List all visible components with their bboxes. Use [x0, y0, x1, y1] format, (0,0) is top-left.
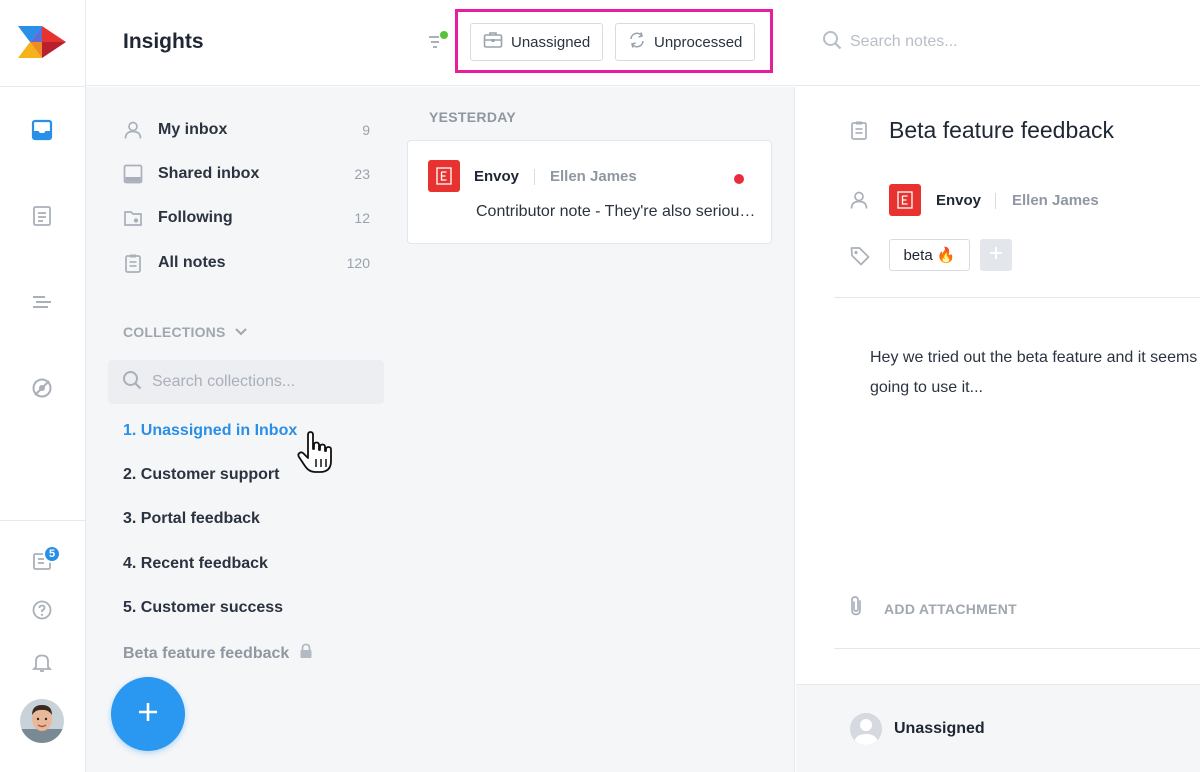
app-logo[interactable]	[14, 22, 70, 62]
search-notes-input[interactable]	[850, 33, 1110, 51]
collections-search-input[interactable]	[152, 373, 372, 391]
rail-divider	[0, 86, 86, 87]
clipboard-icon	[849, 120, 869, 145]
help-icon[interactable]	[29, 597, 55, 623]
inbox-icon[interactable]	[29, 117, 55, 143]
nav-item-label: My inbox	[158, 121, 228, 138]
filter-icon[interactable]	[426, 30, 450, 54]
note-card[interactable]: Envoy Ellen James Contributor note - The…	[407, 140, 772, 244]
collections-search	[108, 360, 384, 404]
page-title: Insights	[123, 30, 204, 53]
nav-item-label: All notes	[158, 254, 226, 271]
assignee-bar[interactable]: Unassigned	[796, 684, 1200, 772]
collection-item-customer-success[interactable]: 5. Customer success	[123, 599, 283, 617]
nav-item-all-notes[interactable]: All notes 120	[122, 249, 370, 277]
search-notes	[822, 28, 1142, 56]
note-title[interactable]: Beta feature feedback	[889, 117, 1114, 144]
collection-item-label: Beta feature feedback	[123, 644, 290, 662]
tag-chip[interactable]: beta 🔥	[889, 239, 970, 271]
add-attachment-label: ADD ATTACHMENT	[884, 600, 1018, 617]
inbox-icon	[122, 163, 144, 185]
nav-item-count: 120	[346, 255, 370, 271]
collection-item-label: 3. Portal feedback	[123, 510, 260, 527]
collections-heading-label: COLLECTIONS	[123, 324, 226, 340]
user-avatar[interactable]	[20, 699, 64, 743]
paperclip-icon	[848, 595, 866, 622]
add-attachment-button[interactable]: ADD ATTACHMENT	[848, 595, 1017, 622]
nav-item-label: Following	[158, 209, 233, 226]
nav-item-count: 12	[354, 210, 370, 226]
lock-icon	[299, 643, 313, 664]
collection-item-beta-feature-feedback[interactable]: Beta feature feedback	[123, 643, 313, 664]
notes-list: YESTERDAY Envoy Ellen James Contributor …	[394, 87, 795, 772]
divider	[834, 648, 1200, 649]
navigation-panel: My inbox 9 Shared inbox 23 Following 12 …	[86, 87, 394, 772]
collection-item-customer-support[interactable]: 2. Customer support	[123, 466, 279, 484]
list-icon[interactable]	[29, 289, 55, 315]
clipboard-icon	[122, 252, 144, 274]
nav-item-following[interactable]: Following 12	[122, 204, 370, 232]
note-company: Envoy	[474, 168, 520, 185]
search-icon	[122, 370, 142, 395]
envoy-logo-icon	[428, 160, 460, 192]
note-person: Ellen James	[550, 168, 637, 185]
plus-icon	[989, 246, 1003, 265]
note-body-line: Hey we tried out the beta feature and it…	[870, 349, 1200, 366]
unprocessed-filter-label: Unprocessed	[654, 33, 743, 51]
nav-item-count: 23	[354, 166, 370, 182]
collection-item-label: 2. Customer support	[123, 466, 280, 483]
following-icon	[122, 207, 144, 229]
assignee-label: Unassigned	[894, 720, 985, 737]
insights-icon[interactable]	[29, 375, 55, 401]
divider	[995, 193, 996, 209]
search-icon	[822, 30, 842, 55]
briefcase-icon	[483, 31, 503, 53]
note-excerpt: Contributor note - They're also serious …	[476, 203, 756, 220]
nav-item-shared-inbox[interactable]: Shared inbox 23	[122, 160, 370, 188]
nav-item-count: 9	[362, 122, 370, 138]
tag-icon	[849, 245, 871, 272]
detail-company[interactable]: Envoy	[936, 192, 981, 209]
nav-item-my-inbox[interactable]: My inbox 9	[122, 116, 370, 144]
note-body[interactable]: Hey we tried out the beta feature and it…	[870, 343, 1200, 403]
hand-cursor-icon	[296, 431, 336, 475]
user-icon	[849, 190, 869, 215]
collection-item-label: 1. Unassigned in Inbox	[123, 422, 298, 439]
top-header: Insights Unassigned Unprocessed	[86, 0, 1200, 86]
assignee-avatar-icon	[850, 713, 882, 745]
refresh-icon	[628, 31, 646, 53]
unread-indicator	[734, 174, 744, 184]
tag-label: beta 🔥	[903, 247, 956, 264]
note-detail: Beta feature feedback Envoy Ellen James …	[796, 87, 1200, 772]
collection-item-portal-feedback[interactable]: 3. Portal feedback	[123, 510, 260, 528]
detail-person[interactable]: Ellen James	[1012, 192, 1099, 209]
bell-icon[interactable]	[29, 649, 55, 675]
envoy-logo-icon	[889, 184, 921, 216]
collections-heading[interactable]: COLLECTIONS	[123, 324, 248, 340]
unassigned-filter-button[interactable]: Unassigned	[470, 23, 604, 61]
plus-icon	[136, 700, 160, 729]
add-tag-button[interactable]	[980, 239, 1012, 271]
note-body-line: going to use it...	[870, 379, 983, 396]
nav-item-label: Shared inbox	[158, 165, 260, 182]
add-note-button[interactable]	[111, 677, 185, 751]
rail-divider	[0, 520, 86, 521]
notification-badge: 5	[43, 545, 61, 563]
unprocessed-filter-button[interactable]: Unprocessed	[615, 23, 756, 61]
collection-item-recent-feedback[interactable]: 4. Recent feedback	[123, 555, 268, 573]
collection-item-unassigned-in-inbox[interactable]: 1. Unassigned in Inbox	[123, 422, 297, 440]
divider	[534, 169, 535, 185]
note-group-label: YESTERDAY	[429, 109, 516, 125]
left-rail: 5	[0, 0, 86, 772]
notes-icon[interactable]	[29, 203, 55, 229]
collection-item-label: 4. Recent feedback	[123, 555, 268, 572]
collection-item-label: 5. Customer success	[123, 599, 284, 616]
divider	[834, 297, 1200, 298]
unassigned-filter-label: Unassigned	[511, 33, 591, 51]
chevron-down-icon	[234, 324, 248, 340]
user-icon	[122, 119, 144, 141]
